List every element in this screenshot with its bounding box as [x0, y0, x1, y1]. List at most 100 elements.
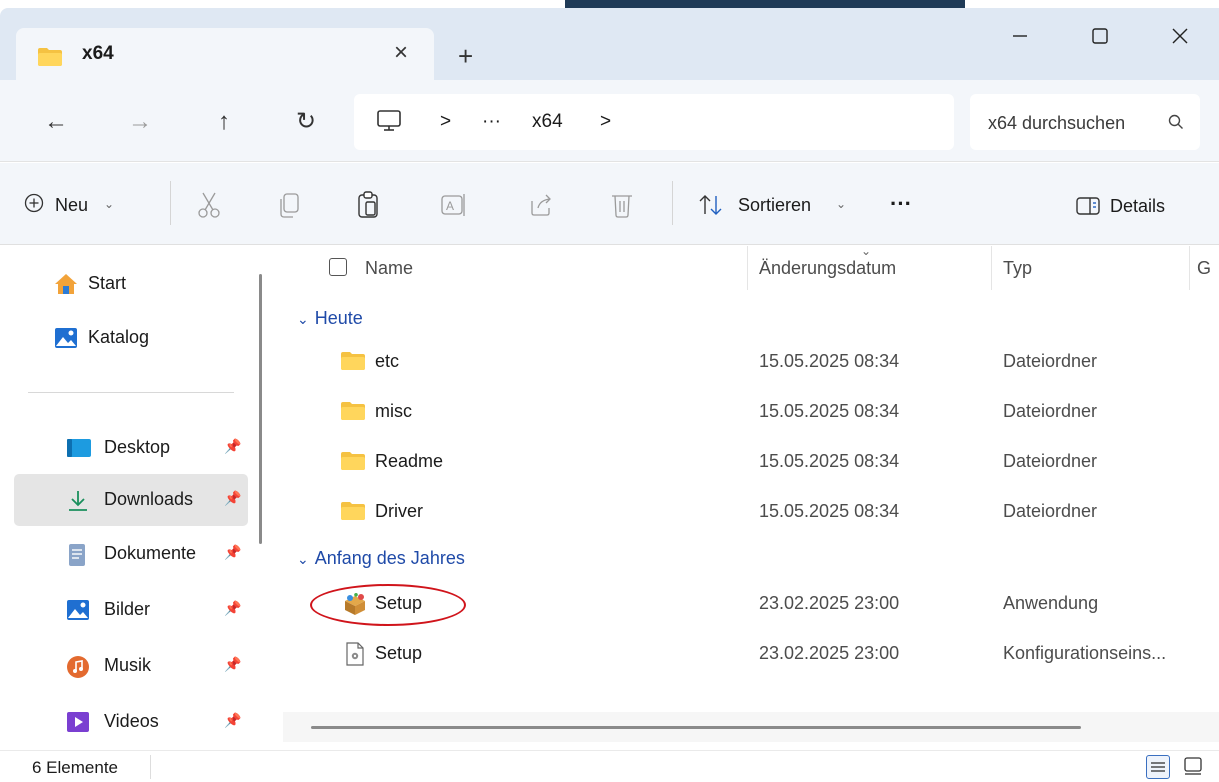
file-date: 15.05.2025 08:34: [759, 451, 900, 471]
column-divider[interactable]: [747, 246, 748, 290]
tab-x64[interactable]: x64 ×: [16, 28, 434, 80]
column-divider[interactable]: [991, 246, 992, 290]
computer-icon[interactable]: [376, 108, 402, 139]
select-all-checkbox[interactable]: [329, 258, 347, 276]
more-options-button[interactable]: ···: [890, 191, 912, 217]
file-date: 15.05.2025 08:34: [759, 351, 900, 371]
toolbar-separator: [672, 181, 673, 225]
file-type: Dateiordner: [1003, 451, 1098, 471]
back-button[interactable]: ←: [40, 106, 72, 138]
cut-icon[interactable]: [196, 191, 222, 224]
sort-caret-icon: ⌄: [861, 244, 872, 258]
table-row[interactable]: Setup 23.02.2025 23:00 Konfigurationsein…: [283, 630, 1219, 680]
sidebar-item-label: Desktop: [104, 437, 171, 457]
tiles-view-icon: [1184, 757, 1202, 775]
breadcrumb-overflow[interactable]: ···: [482, 111, 501, 133]
file-list: Name ⌄ Änderungsdatum Typ G ⌄ Heute etc 1…: [283, 244, 1219, 750]
column-header-date[interactable]: Änderungsdatum: [759, 258, 896, 279]
sidebar-item-label: Videos: [104, 711, 159, 731]
details-view-icon: [1151, 762, 1165, 772]
navigation-pane: Start Katalog Desktop 📌 Downloads 📌 Doku…: [0, 246, 262, 750]
pin-icon[interactable]: 📌: [224, 438, 241, 455]
sidebar-item-videos[interactable]: Videos 📌: [14, 696, 248, 748]
table-row[interactable]: misc 15.05.2025 08:34 Dateiordner: [283, 388, 1219, 438]
command-bar: Neu ⌄ A Sortieren ⌄ ··· Details: [0, 163, 1219, 245]
tab-close-icon[interactable]: ×: [386, 38, 416, 68]
minimize-icon: [1013, 35, 1027, 37]
details-view-button[interactable]: [1146, 755, 1170, 779]
file-name: Readme: [375, 451, 444, 471]
file-type: Dateiordner: [1003, 501, 1098, 521]
up-button[interactable]: ↑: [208, 106, 240, 138]
search-icon[interactable]: [1168, 114, 1184, 135]
sidebar-item-label: Start: [88, 273, 127, 293]
copy-icon[interactable]: [276, 191, 302, 224]
folder-icon: [341, 502, 365, 525]
navigation-bar: ← → ↑ ↻ > ··· x64 > x64 durchsuchen: [0, 80, 1219, 162]
close-window-button[interactable]: [1160, 26, 1200, 56]
column-header-name[interactable]: Name: [365, 258, 413, 279]
sidebar-item-label: Downloads: [104, 489, 194, 509]
background-strip: [565, 0, 965, 8]
forward-button[interactable]: →: [124, 106, 156, 138]
refresh-button[interactable]: ↻: [290, 106, 322, 138]
breadcrumb-x64[interactable]: x64: [532, 111, 563, 133]
chevron-down-icon[interactable]: ⌄: [104, 197, 114, 211]
details-pane-icon[interactable]: [1076, 196, 1100, 221]
table-row[interactable]: etc 15.05.2025 08:34 Dateiordner: [283, 338, 1219, 388]
group-header-heute[interactable]: ⌄ Heute: [297, 308, 363, 329]
table-row[interactable]: Readme 15.05.2025 08:34 Dateiordner: [283, 438, 1219, 488]
pin-icon[interactable]: 📌: [224, 656, 241, 673]
horizontal-scrollbar[interactable]: [283, 712, 1219, 742]
column-divider[interactable]: [1189, 246, 1190, 290]
pin-icon[interactable]: 📌: [224, 544, 241, 561]
folder-icon: [341, 452, 365, 475]
sidebar-item-musik[interactable]: Musik 📌: [14, 640, 248, 692]
scrollbar-thumb[interactable]: [311, 726, 1081, 729]
pin-icon[interactable]: 📌: [224, 600, 241, 617]
table-row[interactable]: Driver 15.05.2025 08:34 Dateiordner: [283, 488, 1219, 538]
column-header-type[interactable]: Typ: [1003, 258, 1032, 279]
maximize-button[interactable]: [1080, 26, 1120, 56]
new-button[interactable]: Neu: [55, 195, 88, 216]
chevron-down-icon: ⌄: [297, 311, 309, 327]
sidebar-scrollbar[interactable]: [259, 274, 262, 544]
new-plus-icon[interactable]: [24, 193, 44, 218]
tiles-view-button[interactable]: [1182, 755, 1206, 779]
folder-icon: [38, 48, 62, 71]
share-icon[interactable]: [528, 191, 554, 224]
pin-icon[interactable]: 📌: [224, 712, 241, 729]
top-strip: [0, 0, 1219, 8]
sidebar-item-downloads[interactable]: Downloads 📌: [14, 474, 248, 526]
maximize-icon: [1092, 28, 1108, 44]
videos-icon: [66, 711, 90, 738]
sidebar-item-dokumente[interactable]: Dokumente 📌: [14, 528, 248, 580]
details-button[interactable]: Details: [1110, 196, 1165, 217]
sidebar-item-label: Bilder: [104, 599, 151, 619]
file-type: Dateiordner: [1003, 351, 1098, 371]
sort-button[interactable]: Sortieren: [738, 195, 811, 216]
file-type: Konfigurationseins...: [1003, 643, 1167, 663]
new-tab-button[interactable]: +: [458, 43, 473, 69]
search-placeholder: x64 durchsuchen: [988, 113, 1126, 133]
sort-icon[interactable]: [698, 194, 724, 221]
column-header-size[interactable]: G: [1197, 258, 1211, 279]
documents-icon: [66, 543, 88, 572]
rename-icon[interactable]: A: [440, 191, 468, 224]
breadcrumb-chevron-icon[interactable]: >: [440, 111, 451, 133]
address-bar[interactable]: > ··· x64 >: [354, 94, 954, 150]
delete-icon[interactable]: [610, 191, 634, 224]
sidebar-item-katalog[interactable]: Katalog: [14, 312, 248, 364]
sidebar-item-desktop[interactable]: Desktop 📌: [14, 422, 248, 474]
search-input[interactable]: x64 durchsuchen: [970, 94, 1200, 150]
minimize-button[interactable]: [1000, 26, 1040, 56]
sidebar-item-bilder[interactable]: Bilder 📌: [14, 584, 248, 636]
title-bar: x64 × +: [0, 8, 1219, 80]
pictures-icon: [66, 599, 90, 626]
group-header-anfang-des-jahres[interactable]: ⌄ Anfang des Jahres: [297, 548, 465, 569]
paste-icon[interactable]: [356, 191, 382, 224]
breadcrumb-chevron-icon[interactable]: >: [600, 111, 611, 133]
pin-icon[interactable]: 📌: [224, 490, 241, 507]
sidebar-item-start[interactable]: Start: [14, 258, 248, 310]
chevron-down-icon[interactable]: ⌄: [836, 197, 846, 211]
